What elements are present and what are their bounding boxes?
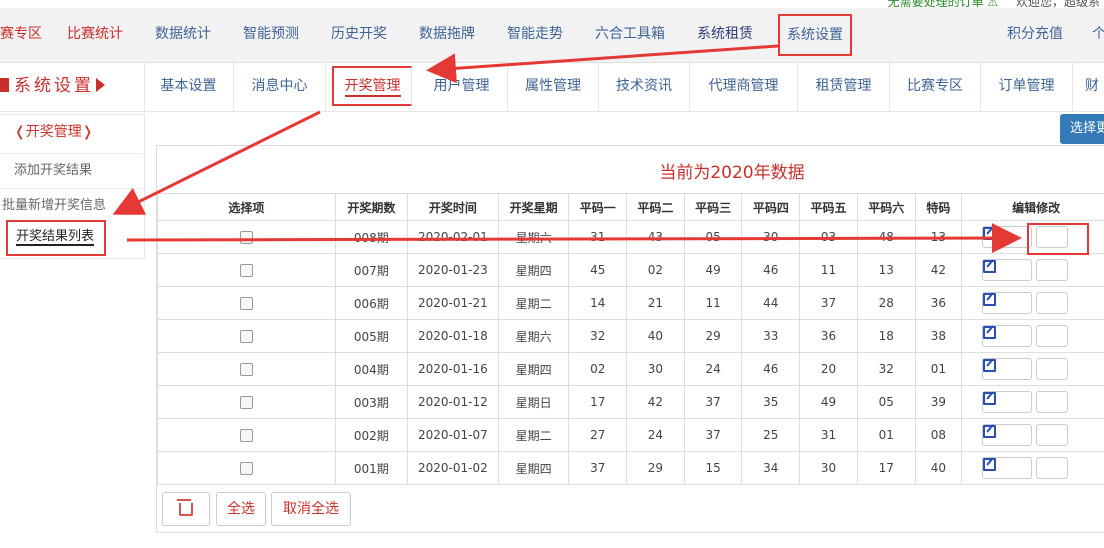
edit-button-highlight [1027, 223, 1089, 255]
arrow-to-edit-button [126, 223, 1022, 254]
arrow-to-draw-tab [426, 44, 779, 84]
annotation-arrows [112, 44, 1089, 255]
arrow-to-result-list [112, 110, 321, 215]
